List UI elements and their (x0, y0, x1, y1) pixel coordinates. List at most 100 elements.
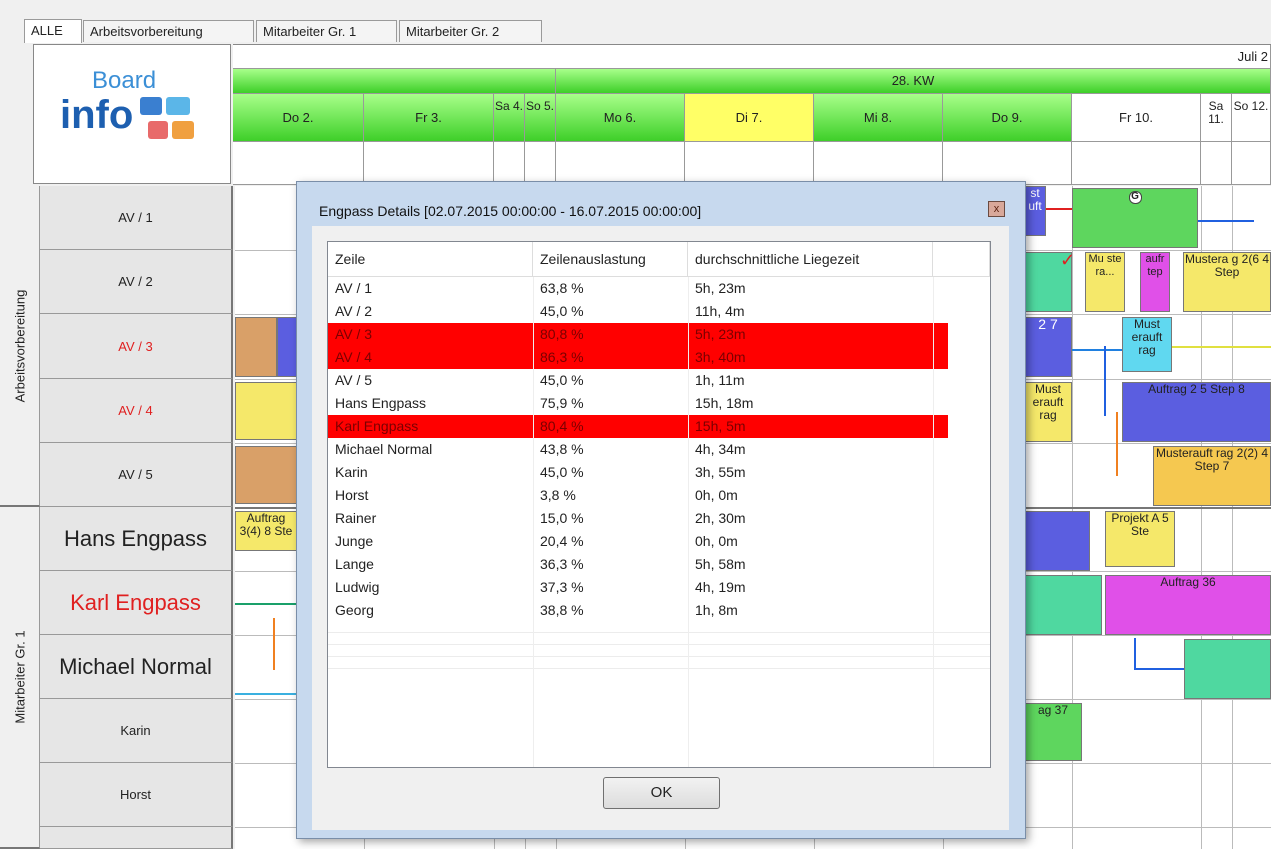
task-block[interactable]: Must erauft rag (1024, 382, 1072, 442)
tab-mitarbeiter-gr-1[interactable]: Mitarbeiter Gr. 1 (256, 20, 397, 42)
row-header-hans-engpass[interactable]: Hans Engpass (40, 507, 233, 571)
task-block[interactable]: Must erauft rag (1122, 317, 1172, 372)
task-label: Auftrag 3(4) 8 Ste (239, 511, 293, 538)
empty-row (328, 632, 990, 633)
table-row[interactable]: Karl Engpass 80,4 % 15h, 5m (328, 415, 948, 438)
row-header-karin[interactable]: Karin (40, 699, 233, 763)
column-header-zeilenauslastung[interactable]: Zeilenauslastung (533, 242, 688, 277)
connector-line (1046, 208, 1074, 210)
day-header-today[interactable]: Di 7. (685, 94, 814, 142)
cell-zeile: Ludwig (335, 579, 380, 595)
cell-zeile: Michael Normal (335, 441, 433, 457)
task-block[interactable]: Musterauft rag 2(2) 4 Step 7 (1153, 446, 1271, 506)
table-row[interactable]: Georg 38,8 % 1h, 8m (328, 599, 948, 622)
logo-board-text: Board (92, 67, 157, 94)
task-block[interactable] (1024, 511, 1090, 571)
day-header[interactable]: Do 9. (943, 94, 1072, 142)
task-block[interactable]: G (1072, 188, 1198, 248)
task-block[interactable]: Auftrag 3(4) 8 Ste (235, 511, 297, 551)
task-block[interactable]: 2 7 (1024, 317, 1072, 377)
cell-liegezeit: 5h, 58m (695, 556, 746, 572)
table-row[interactable]: AV / 2 45,0 % 11h, 4m (328, 300, 948, 323)
table-row[interactable]: Hans Engpass 75,9 % 15h, 18m (328, 392, 948, 415)
row-header-horst[interactable]: Horst (40, 763, 233, 827)
connector-line (1116, 412, 1118, 476)
task-block[interactable]: Auftrag 2 5 Step 8 (1122, 382, 1271, 442)
table-row[interactable]: AV / 5 45,0 % 1h, 11m (328, 369, 948, 392)
connector-line (1104, 346, 1106, 416)
table-row[interactable]: Karin 45,0 % 3h, 55m (328, 461, 948, 484)
day-header[interactable]: So 12. (1232, 94, 1271, 142)
task-label: Must erauft rag (1131, 317, 1163, 357)
day-header[interactable]: Mi 8. (814, 94, 943, 142)
close-icon[interactable]: x (988, 201, 1005, 217)
table-row[interactable]: Ludwig 37,3 % 4h, 19m (328, 576, 948, 599)
task-block[interactable] (1024, 575, 1102, 635)
tab-mitarbeiter-gr-2[interactable]: Mitarbeiter Gr. 2 (399, 20, 542, 42)
task-block[interactable]: st uft (1024, 186, 1046, 236)
table-row[interactable]: AV / 1 63,8 % 5h, 23m (328, 277, 948, 300)
table-row[interactable]: Junge 20,4 % 0h, 0m (328, 530, 948, 553)
task-block[interactable] (1184, 639, 1271, 699)
month-label: Juli 2 (1237, 49, 1268, 64)
table-row[interactable]: Lange 36,3 % 5h, 58m (328, 553, 948, 576)
cell-zeile: AV / 1 (335, 280, 373, 296)
infoboard-logo: info Board (33, 44, 231, 184)
table-row[interactable]: AV / 3 80,8 % 5h, 23m (328, 323, 948, 346)
tab-alle[interactable]: ALLE (24, 19, 82, 43)
task-block[interactable]: aufr tep (1140, 252, 1170, 312)
row-header-av1[interactable]: AV / 1 (40, 186, 233, 250)
task-block[interactable]: Projekt A 5 Ste (1105, 511, 1175, 567)
tab-arbeitsvorbereitung[interactable]: Arbeitsvorbereitung (83, 20, 254, 42)
ok-button[interactable]: OK (603, 777, 720, 809)
row-header-karl-engpass[interactable]: Karl Engpass (40, 571, 233, 635)
table-row[interactable]: Michael Normal 43,8 % 4h, 34m (328, 438, 948, 461)
cell-zeile: Lange (335, 556, 374, 572)
task-block[interactable]: Auftrag 36 (1105, 575, 1271, 635)
group-label: Arbeitsvorbereitung (12, 289, 27, 402)
cell-zeilenauslastung: 38,8 % (540, 602, 584, 618)
row-header-av3[interactable]: AV / 3 (40, 314, 233, 379)
task-block[interactable] (235, 446, 297, 504)
day-header[interactable]: Fr 3. (364, 94, 494, 142)
cell-liegezeit: 15h, 18m (695, 395, 754, 411)
table-row[interactable]: AV / 4 86,3 % 3h, 40m (328, 346, 948, 369)
row-header-av4[interactable]: AV / 4 (40, 379, 233, 443)
logo-graphic-icon (140, 97, 196, 145)
day-header[interactable]: Mo 6. (556, 94, 685, 142)
connector-line (235, 603, 297, 605)
task-block[interactable] (235, 382, 297, 440)
task-block[interactable] (235, 317, 277, 377)
task-label: Projekt A 5 Ste (1111, 511, 1169, 538)
day-header[interactable]: Sa 4. (494, 94, 525, 142)
engpass-table[interactable]: Zeile Zeilenauslastung durchschnittliche… (327, 241, 991, 768)
row-label: Karin (120, 723, 151, 738)
cell-zeilenauslastung: 75,9 % (540, 395, 584, 411)
task-block[interactable] (277, 317, 297, 377)
connector-line (1134, 668, 1184, 670)
day-header[interactable]: Do 2. (233, 94, 364, 142)
task-block[interactable]: ag 37 (1024, 703, 1082, 761)
day-header[interactable]: Sa 11. (1201, 94, 1232, 142)
row-header-av2[interactable]: AV / 2 (40, 250, 233, 314)
day-header[interactable]: Fr 10. (1072, 94, 1201, 142)
group-arbeitsvorbereitung: Arbeitsvorbereitung (0, 186, 40, 507)
cell-liegezeit: 1h, 8m (695, 602, 738, 618)
task-block[interactable]: Mu ste ra... (1085, 252, 1125, 312)
row-label: Hans Engpass (63, 525, 208, 551)
column-header-zeile[interactable]: Zeile (328, 242, 533, 277)
row-header-michael-normal[interactable]: Michael Normal (40, 635, 233, 699)
task-label: st uft (1028, 186, 1042, 213)
column-header-liegezeit[interactable]: durchschnittliche Liegezeit (688, 242, 933, 277)
task-block[interactable]: Mustera g 2(6 4 Step (1183, 252, 1271, 312)
table-row[interactable]: Rainer 15,0 % 2h, 30m (328, 507, 948, 530)
empty-row (328, 668, 990, 669)
row-header-av5[interactable]: AV / 5 (40, 443, 233, 507)
row-label: Karl Engpass (70, 589, 201, 615)
row-header-next[interactable] (40, 827, 233, 849)
row-label: AV / 5 (118, 467, 153, 482)
day-header[interactable]: So 5. (525, 94, 556, 142)
cell-liegezeit: 15h, 5m (695, 418, 746, 434)
table-row[interactable]: Horst 3,8 % 0h, 0m (328, 484, 948, 507)
dialog-content: Zeile Zeilenauslastung durchschnittliche… (312, 226, 1009, 830)
